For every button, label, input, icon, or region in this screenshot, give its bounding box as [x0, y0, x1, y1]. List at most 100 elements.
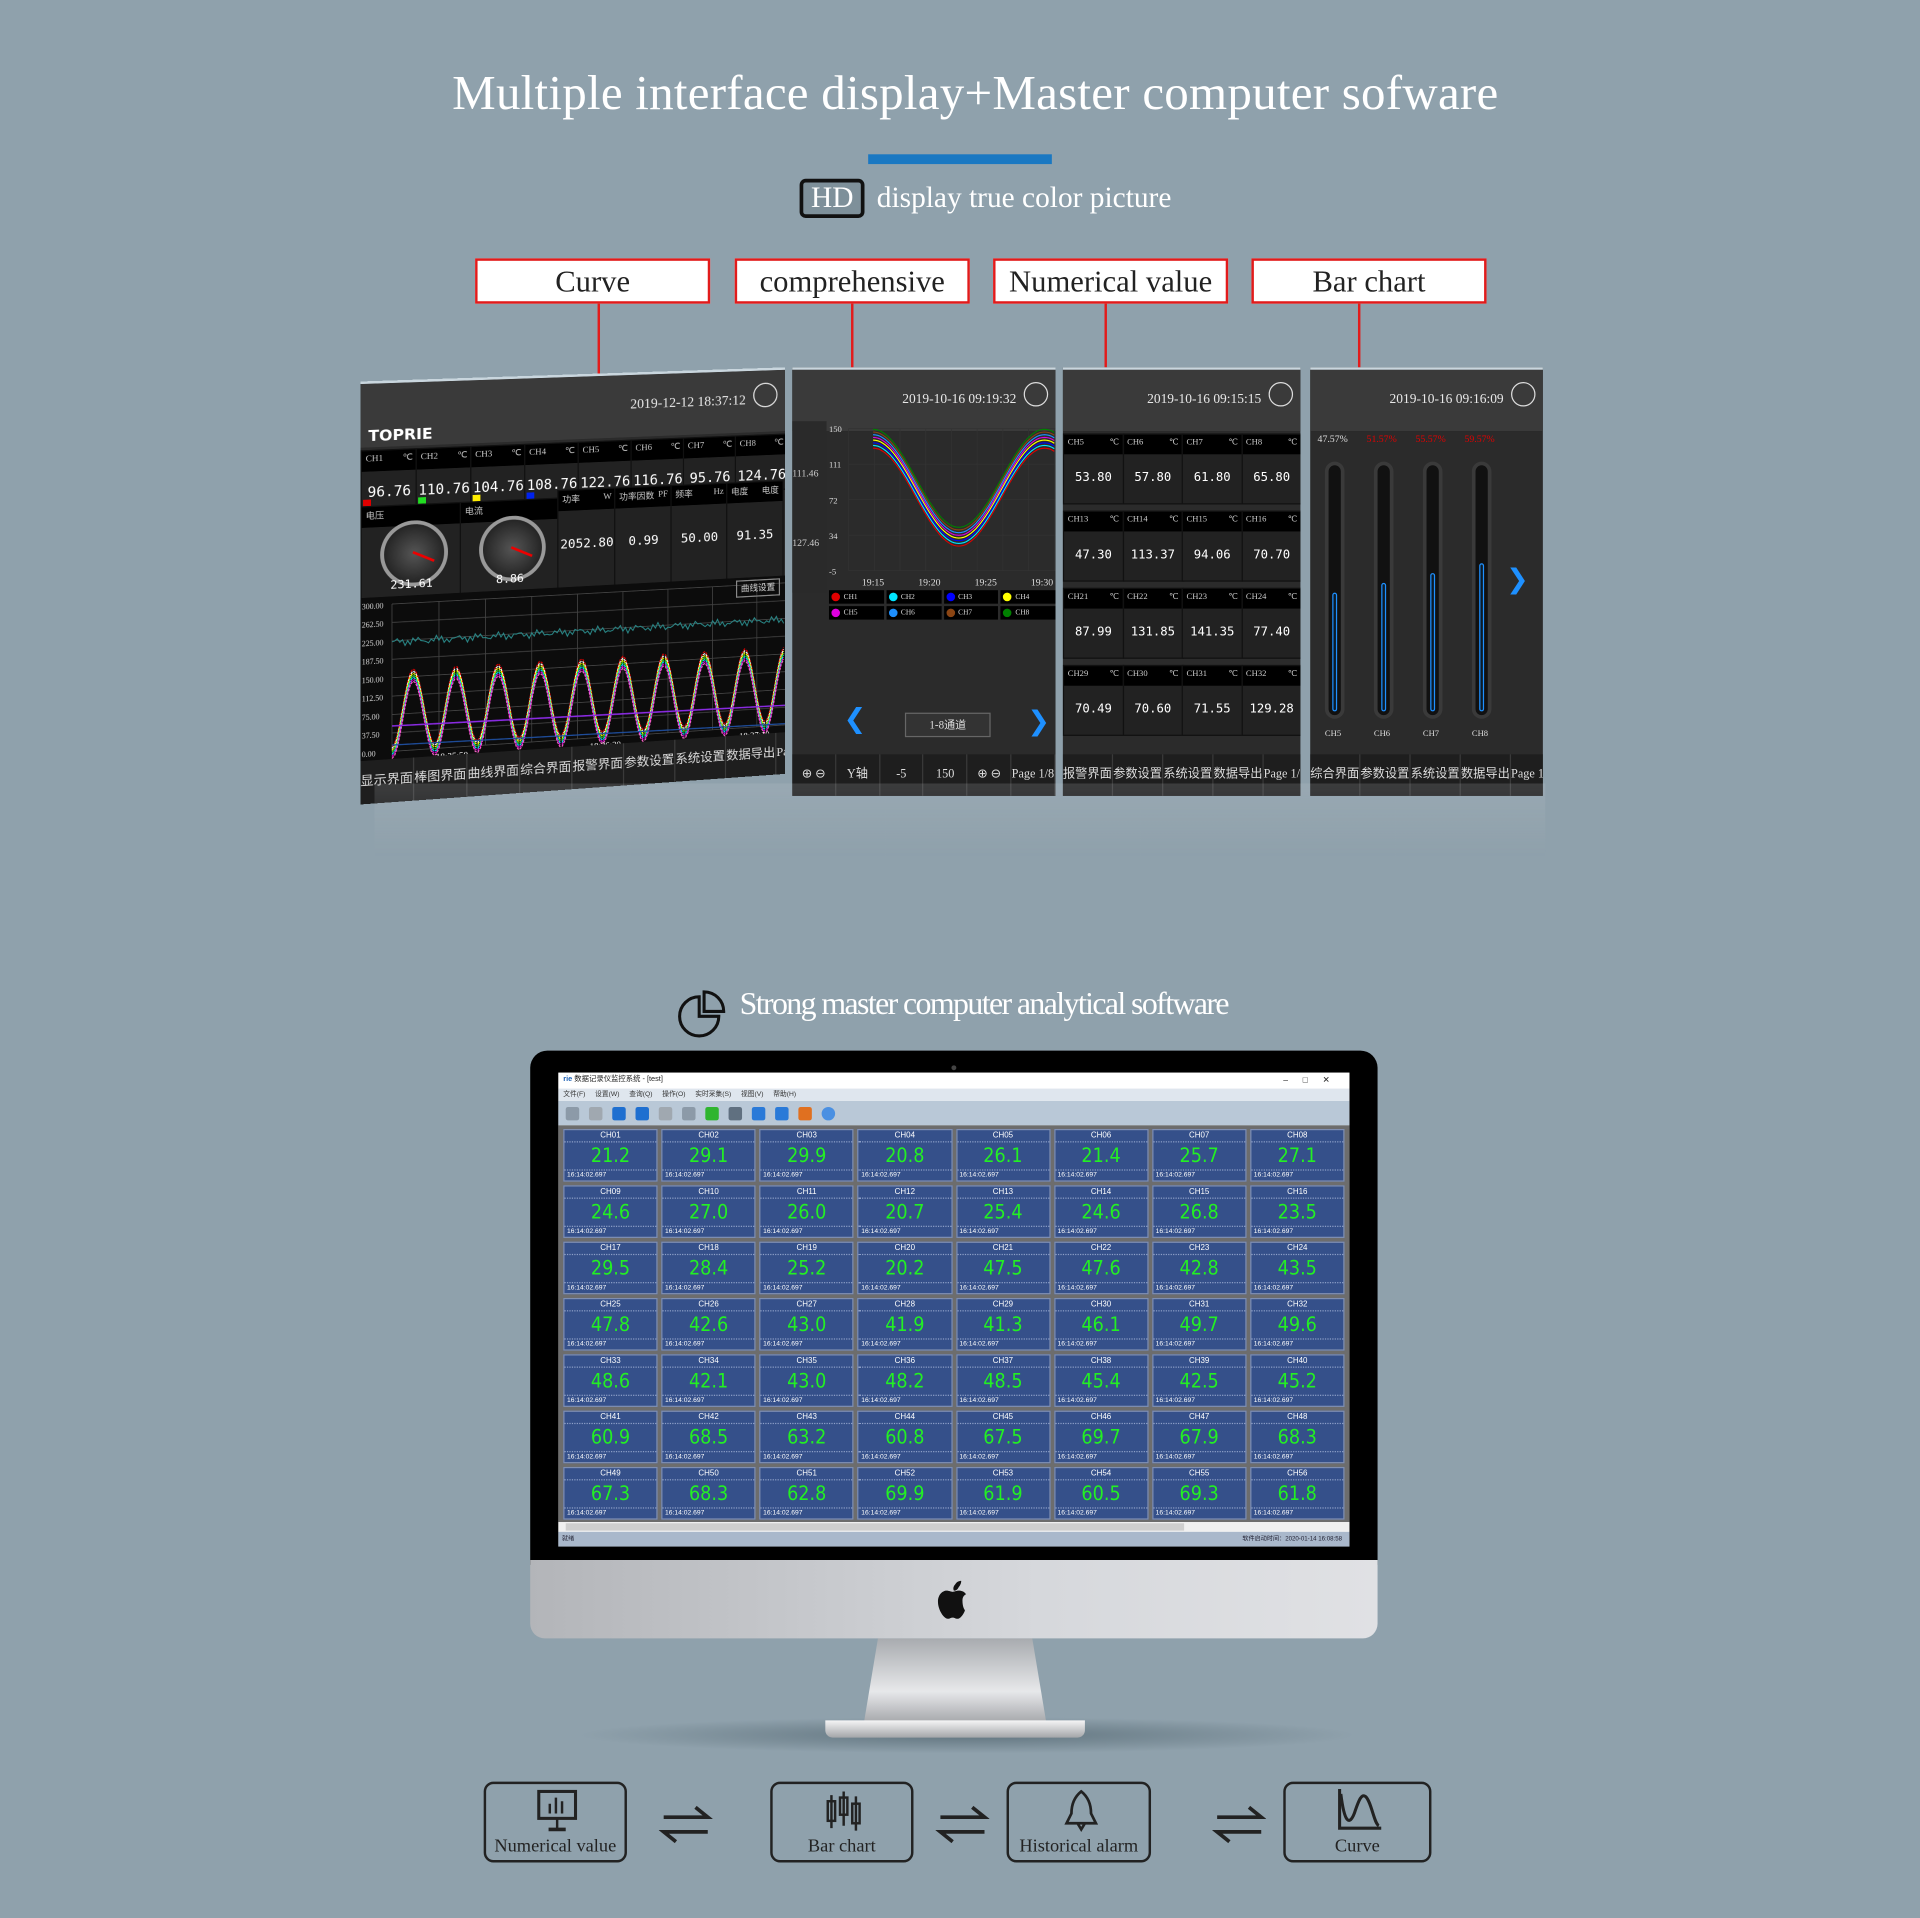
help-icon[interactable] — [821, 1106, 836, 1120]
channel-tile[interactable]: CH16 23.5 16:14:02.697 — [1250, 1185, 1345, 1238]
channel-tile[interactable]: CH48 68.3 16:14:02.697 — [1250, 1410, 1345, 1464]
prev-page-icon[interactable]: ❮ — [844, 703, 867, 735]
channel-tile[interactable]: CH26 42.6 16:14:02.697 — [661, 1297, 756, 1351]
mode-historical-alarm[interactable]: Historical alarm — [1006, 1781, 1152, 1863]
channel-tile[interactable]: CH01 21.2 16:14:02.697 — [563, 1128, 658, 1182]
menu-item[interactable]: 操作(O) — [662, 1091, 685, 1098]
curve-settings-button[interactable]: 曲线设置 — [735, 578, 781, 598]
channel-tile[interactable]: CH06 21.4 16:14:02.697 — [1053, 1128, 1149, 1182]
channel-tile[interactable]: CH04 20.8 16:14:02.697 — [857, 1128, 953, 1182]
channel-tile[interactable]: CH49 67.3 16:14:02.697 — [563, 1466, 658, 1520]
mode-bar-chart[interactable]: Bar chart — [770, 1781, 914, 1863]
channel-tile[interactable]: CH22 47.6 16:14:02.697 — [1053, 1241, 1149, 1295]
channel-tile[interactable]: CH17 29.5 16:14:02.697 — [563, 1241, 658, 1295]
globe-icon[interactable] — [1023, 382, 1049, 407]
nav-tab[interactable]: 数据导出 — [726, 732, 777, 779]
channel-tile[interactable]: CH28 41.9 16:14:02.697 — [857, 1297, 953, 1351]
channel-value: 62.8 — [787, 1481, 827, 1505]
table-icon[interactable] — [775, 1106, 789, 1120]
nav-tab[interactable]: 参数设置 — [624, 739, 676, 786]
channel-tile[interactable]: CH36 48.2 16:14:02.697 — [857, 1354, 953, 1407]
channel-tile[interactable]: CH05 26.1 16:14:02.697 — [955, 1128, 1051, 1182]
scroll-thumb[interactable] — [565, 1523, 1185, 1531]
channel-tile[interactable]: CH40 45.2 16:14:02.697 — [1250, 1354, 1345, 1407]
channel-tile[interactable]: CH45 67.5 16:14:02.697 — [955, 1410, 1051, 1464]
mode-curve[interactable]: Curve — [1283, 1781, 1432, 1863]
channel-tile[interactable]: CH14 24.6 16:14:02.697 — [1053, 1185, 1149, 1238]
channel-tile[interactable]: CH03 29.9 16:14:02.697 — [759, 1128, 854, 1182]
channel-tile[interactable]: CH27 43.0 16:14:02.697 — [759, 1297, 854, 1351]
channel-tile[interactable]: CH33 48.6 16:14:02.697 — [563, 1354, 658, 1407]
channel-tile[interactable]: CH46 69.7 16:14:02.697 — [1053, 1410, 1149, 1464]
channel-tile[interactable]: CH51 62.8 16:14:02.697 — [759, 1466, 854, 1520]
channel-tile[interactable]: CH34 42.1 16:14:02.697 — [661, 1354, 756, 1407]
next-icon[interactable] — [682, 1106, 696, 1120]
search-icon[interactable] — [612, 1106, 626, 1120]
channel-tile[interactable]: CH21 47.5 16:14:02.697 — [955, 1241, 1051, 1295]
channel-tile[interactable]: CH19 25.2 16:14:02.697 — [759, 1241, 854, 1295]
channel-tile[interactable]: CH18 28.4 16:14:02.697 — [661, 1241, 756, 1295]
bar-chart-icon[interactable] — [798, 1106, 812, 1120]
gauge-cell: 电流 8.86 — [459, 497, 560, 596]
disconnect-icon[interactable] — [588, 1106, 603, 1120]
next-page-icon[interactable]: ❯ — [1027, 705, 1050, 737]
menu-item[interactable]: 查询(Q) — [629, 1091, 652, 1098]
nav-tab[interactable]: 报警界面 — [572, 743, 625, 790]
channel-tile[interactable]: CH47 67.9 16:14:02.697 — [1151, 1410, 1247, 1464]
menu-item[interactable]: 文件(F) — [563, 1091, 585, 1098]
channel-tile[interactable]: CH43 63.2 16:14:02.697 — [759, 1410, 854, 1464]
channel-tile[interactable]: CH39 42.5 16:14:02.697 — [1151, 1354, 1247, 1407]
channel-tile[interactable]: CH32 49.6 16:14:02.697 — [1250, 1297, 1345, 1351]
menu-item[interactable]: 实时采集(S) — [695, 1091, 731, 1098]
channel-name: CH32 — [1251, 1299, 1344, 1312]
channel-tile[interactable]: CH42 68.5 16:14:02.697 — [661, 1410, 756, 1464]
channel-tile[interactable]: CH55 69.3 16:14:02.697 — [1151, 1466, 1247, 1520]
window-controls[interactable]: –□✕ — [1283, 1073, 1344, 1089]
copy-icon[interactable] — [635, 1106, 649, 1120]
channel-tile[interactable]: CH23 42.8 16:14:02.697 — [1151, 1241, 1247, 1295]
channel-tile[interactable]: CH50 68.3 16:14:02.697 — [661, 1466, 756, 1520]
print-icon[interactable] — [658, 1106, 673, 1120]
channel-tile[interactable]: CH29 41.3 16:14:02.697 — [955, 1297, 1051, 1351]
channel-tile[interactable]: CH11 26.0 16:14:02.697 — [759, 1185, 854, 1238]
channel-tile[interactable]: CH52 69.9 16:14:02.697 — [857, 1466, 953, 1520]
channel-tile[interactable]: CH31 49.7 16:14:02.697 — [1151, 1297, 1247, 1351]
channel-tile[interactable]: CH44 60.8 16:14:02.697 — [857, 1410, 953, 1464]
channel-tile[interactable]: CH24 43.5 16:14:02.697 — [1250, 1241, 1345, 1295]
channel-name: CH20 — [858, 1243, 951, 1256]
channel-tile[interactable]: CH07 25.7 16:14:02.697 — [1151, 1128, 1247, 1182]
monitor-icon[interactable] — [751, 1106, 766, 1120]
channel-tile[interactable]: CH41 60.9 16:14:02.697 — [563, 1410, 658, 1464]
globe-icon[interactable] — [1268, 382, 1294, 407]
channel-tile[interactable]: CH13 25.4 16:14:02.697 — [955, 1185, 1051, 1238]
channel-tile[interactable]: CH53 61.9 16:14:02.697 — [955, 1466, 1051, 1520]
channel-tile[interactable]: CH54 60.5 16:14:02.697 — [1053, 1466, 1149, 1520]
menu-item[interactable]: 视图(V) — [741, 1091, 763, 1098]
channel-group-button[interactable]: 1-8通道 — [904, 712, 991, 738]
channel-tile[interactable]: CH15 26.8 16:14:02.697 — [1151, 1185, 1247, 1238]
menu-item[interactable]: 帮助(H) — [773, 1091, 796, 1098]
channel-tile[interactable]: CH02 29.1 16:14:02.697 — [661, 1128, 756, 1182]
nav-tab[interactable]: 系统设置 — [675, 736, 727, 782]
channel-tile[interactable]: CH10 27.0 16:14:02.697 — [661, 1185, 756, 1238]
globe-icon[interactable] — [1511, 382, 1536, 407]
chart-icon[interactable] — [728, 1106, 743, 1120]
menu-item[interactable]: 设置(W) — [595, 1091, 619, 1098]
mode-numerical-value[interactable]: Numerical value — [483, 1781, 627, 1863]
channel-tile[interactable]: CH09 24.6 16:14:02.697 — [563, 1185, 658, 1238]
horizontal-scrollbar[interactable] — [558, 1522, 1350, 1532]
channel-tile[interactable]: CH12 20.7 16:14:02.697 — [857, 1185, 953, 1238]
channel-tile[interactable]: CH30 46.1 16:14:02.697 — [1053, 1297, 1149, 1351]
panel-datetime: 2019-12-12 18:37:12 — [630, 393, 746, 413]
channel-tile[interactable]: CH35 43.0 16:14:02.697 — [759, 1354, 854, 1407]
next-page-icon[interactable]: ❯ — [1506, 563, 1529, 595]
channel-tile[interactable]: CH25 47.8 16:14:02.697 — [563, 1297, 658, 1351]
channel-tile[interactable]: CH38 45.4 16:14:02.697 — [1053, 1354, 1149, 1407]
channel-tile[interactable]: CH20 20.2 16:14:02.697 — [857, 1241, 953, 1295]
channel-tile[interactable]: CH56 61.8 16:14:02.697 — [1250, 1466, 1345, 1520]
minus-icon[interactable] — [705, 1106, 719, 1120]
connect-icon[interactable] — [565, 1106, 580, 1120]
channel-tile[interactable]: CH08 27.1 16:14:02.697 — [1250, 1128, 1345, 1182]
globe-icon[interactable] — [753, 382, 778, 408]
channel-tile[interactable]: CH37 48.5 16:14:02.697 — [955, 1354, 1051, 1407]
